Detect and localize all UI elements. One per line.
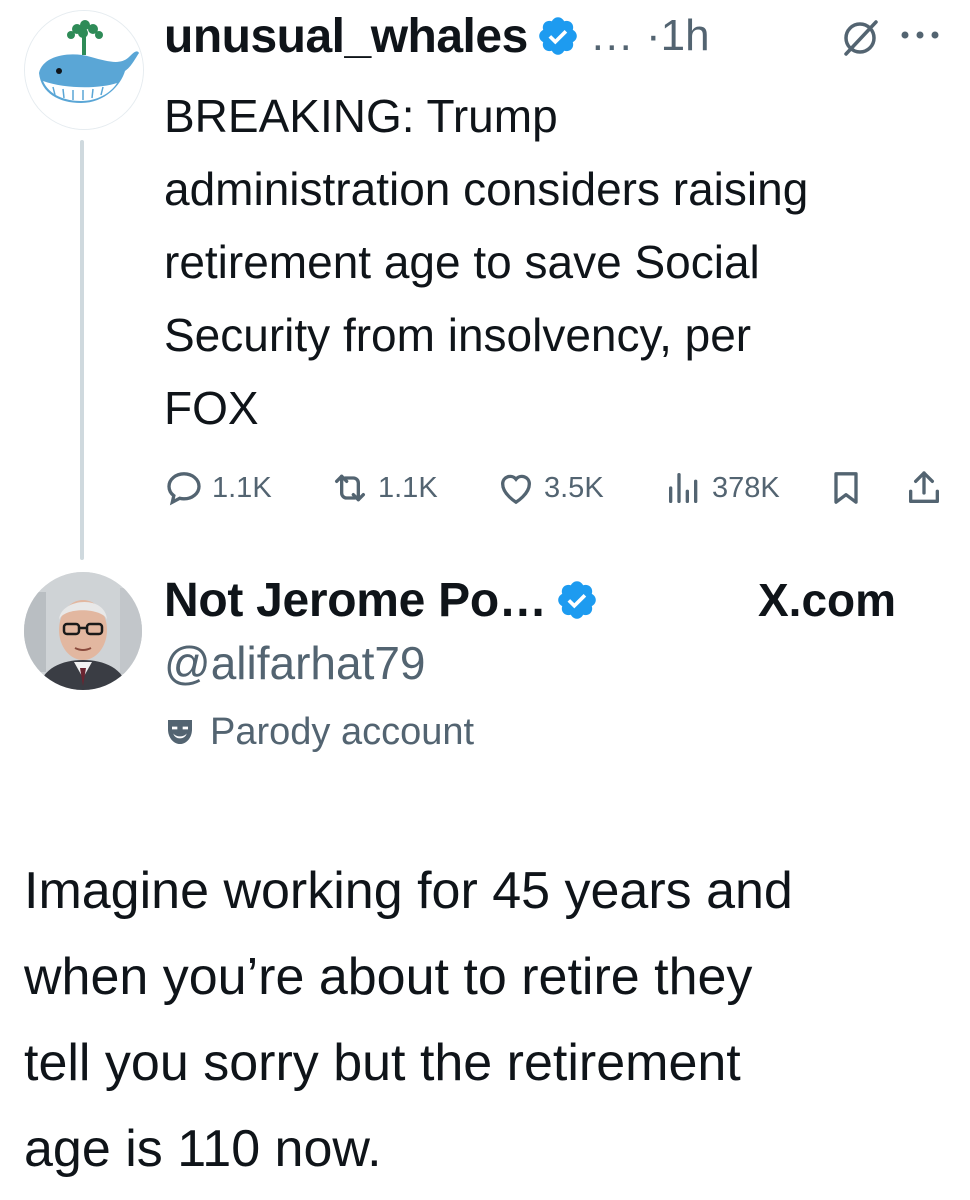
bookmark-icon [834,472,858,504]
repost-count: 1.1K [378,471,438,504]
verified-badge-icon[interactable] [555,578,599,622]
parody-mask-icon [168,720,192,744]
like-count: 3.5K [544,471,604,504]
reply-button[interactable]: 1.1K [164,460,272,516]
views-icon [669,473,698,503]
share-button[interactable] [904,460,952,516]
views-button[interactable]: 378K [664,460,780,516]
source-xcom: X.com [758,570,896,630]
reply-icon [167,472,201,506]
tweet1-timestamp[interactable]: … ·1h [590,11,710,61]
tweet1-action-bar: 1.1K 1.1K 3.5K 378K [164,460,954,516]
reply-count: 1.1K [212,471,272,504]
like-button[interactable]: 3.5K [496,460,604,516]
share-icon [909,471,939,503]
profile-photo [24,572,142,690]
xcom-label: X.com [758,574,897,626]
views-count: 378K [712,471,780,504]
avatar-unusual-whales[interactable] [24,10,144,130]
tweet2-header: Not Jerome Po… [164,570,599,630]
whale-logo-icon [25,11,143,129]
tweet1-display-name[interactable]: unusual_whales [164,9,528,64]
tweet2-display-name[interactable]: Not Jerome Po… [164,573,547,628]
bookmark-button[interactable] [826,460,874,516]
repost-icon [335,474,365,502]
like-icon [500,474,532,505]
tweet2-handle[interactable]: @alifarhat79 [164,636,426,690]
grok-icon[interactable] [838,14,884,60]
repost-button[interactable]: 1.1K [330,460,438,516]
avatar-not-jerome-powell[interactable] [24,572,142,690]
tweet2-text: Imagine working for 45 years and when yo… [24,862,793,1178]
parody-label-text: Parody account [210,710,475,753]
tweet1-text: BREAKING: Trump administration considers… [164,90,809,434]
parody-label: Parody account [164,706,474,758]
verified-badge-icon[interactable] [536,14,580,58]
tweet1-header: unusual_whales … ·1h [164,6,710,66]
more-icon[interactable] [898,28,942,42]
thread-connector-line [80,140,84,560]
